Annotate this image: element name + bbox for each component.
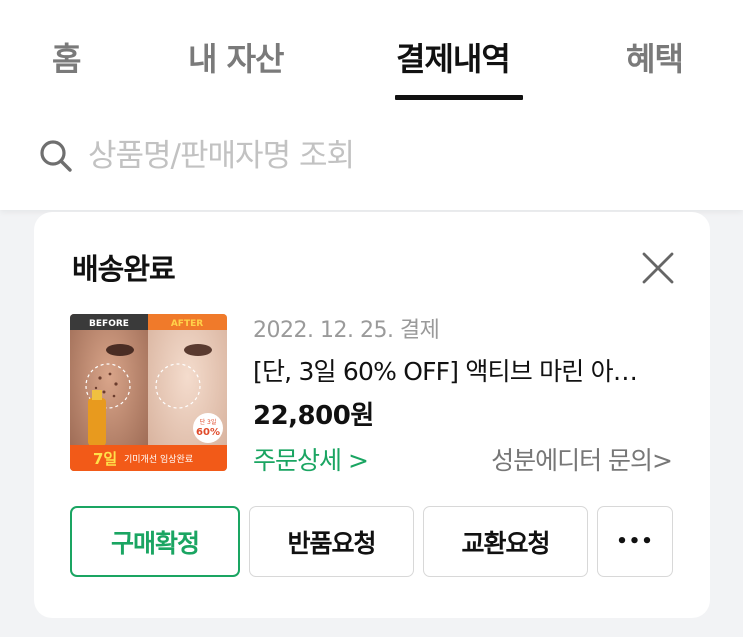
search-input[interactable]: [88, 138, 688, 174]
more-options-button[interactable]: •••: [597, 506, 673, 577]
confirm-purchase-button[interactable]: 구매확정: [70, 506, 240, 577]
close-icon[interactable]: [638, 248, 678, 288]
before-label: BEFORE: [89, 319, 129, 329]
banner-text: 기미개선 임상완료: [124, 453, 193, 465]
tab-my-assets[interactable]: 내 자산: [188, 34, 284, 80]
order-detail-link[interactable]: 주문상세 >: [253, 441, 369, 477]
top-bar: 홈 내 자산 결제내역 혜택: [0, 0, 743, 210]
product-price: 22,800원: [253, 401, 374, 431]
active-tab-indicator: [395, 95, 523, 100]
badge-line2: 60%: [196, 427, 220, 438]
badge-line1: 단 3일: [200, 418, 217, 426]
after-label: AFTER: [171, 319, 203, 329]
product-title[interactable]: [단, 3일 60% OFF] 액티브 마린 아…: [253, 352, 673, 388]
tab-home[interactable]: 홈: [52, 34, 81, 80]
tab-benefits[interactable]: 혜택: [626, 34, 684, 80]
product-thumbnail[interactable]: BEFORE AFTER 단 3일 60% 7일 기미개선 임상완료: [70, 314, 227, 471]
banner-days: 7일: [93, 450, 117, 468]
return-request-button[interactable]: 반품요청: [249, 506, 414, 577]
tab-bar: 홈 내 자산 결제내역 혜택: [0, 0, 743, 100]
search-bar[interactable]: [36, 128, 716, 184]
order-card: 배송완료 BEFORE AFTER 단 3일 60% 7일 기미개선 임상완료 …: [34, 212, 710, 618]
exchange-request-button[interactable]: 교환요청: [423, 506, 588, 577]
search-icon[interactable]: [36, 136, 76, 176]
delivery-status: 배송완료: [72, 252, 176, 286]
seller-inquiry-link[interactable]: 성분에디터 문의>: [491, 441, 673, 477]
payment-date: 2022. 12. 25. 결제: [253, 318, 440, 343]
tab-payment-history[interactable]: 결제내역: [396, 34, 511, 80]
